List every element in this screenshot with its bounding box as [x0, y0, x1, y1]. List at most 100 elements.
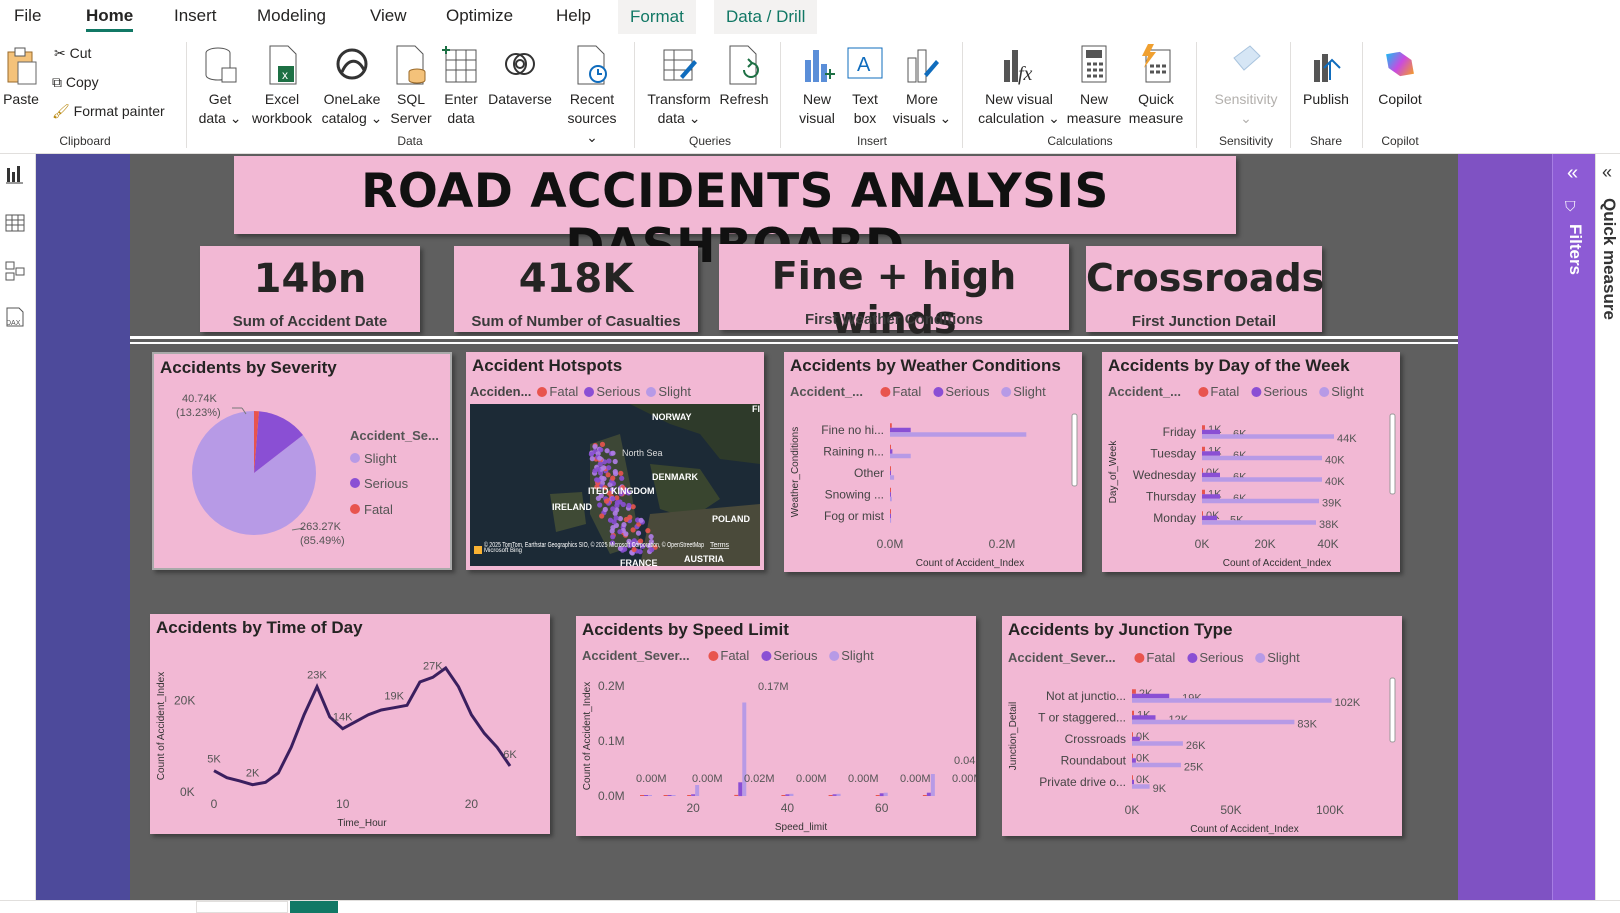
scrollbar[interactable]: [1389, 413, 1396, 495]
sql-server-button[interactable]: SQL Server: [389, 44, 433, 128]
bar-serious[interactable]: [1202, 515, 1217, 521]
bar-serious[interactable]: [1132, 715, 1156, 720]
sensitivity-button[interactable]: Sensitivity ⌄: [1206, 44, 1286, 128]
bar-slight[interactable]: [1202, 434, 1334, 439]
tab-home[interactable]: Home: [86, 6, 134, 32]
new-visual-calculation-button[interactable]: fx New visual calculation ⌄: [972, 44, 1066, 128]
bar-serious[interactable]: [1202, 494, 1220, 499]
add-page-button[interactable]: [290, 901, 338, 913]
bar-serious[interactable]: [890, 470, 891, 476]
bar-fatal[interactable]: [1202, 489, 1205, 495]
transform-data-button[interactable]: Transform data ⌄: [644, 44, 714, 128]
column-serious[interactable]: [926, 792, 931, 796]
column-serious[interactable]: [879, 793, 884, 797]
bar-slight[interactable]: [1132, 762, 1181, 768]
bar-slight[interactable]: [1202, 477, 1322, 482]
bar-fatal[interactable]: [1202, 425, 1205, 430]
get-data-button[interactable]: Get data ⌄: [196, 44, 244, 128]
visual-accident-hotspots[interactable]: Accident Hotspots Acciden... Fatal Serious…: [466, 352, 764, 570]
scrollbar[interactable]: [1389, 677, 1396, 743]
bar-fatal[interactable]: [890, 444, 891, 450]
bar-slight[interactable]: [890, 475, 895, 480]
new-visual-button[interactable]: New visual: [790, 44, 844, 128]
bar-serious[interactable]: [1132, 758, 1136, 763]
bar-serious[interactable]: [890, 427, 911, 433]
copilot-button[interactable]: Copilot: [1370, 44, 1430, 109]
bar-fatal[interactable]: [1132, 753, 1133, 759]
publish-button[interactable]: Publish: [1298, 44, 1354, 109]
format-painter-button[interactable]: 🖌 Format painter: [52, 103, 165, 120]
refresh-button[interactable]: Refresh: [716, 44, 772, 109]
quick-measure-pane-collapsed[interactable]: « Quick measure: [1595, 154, 1620, 900]
kpi-card-casualties[interactable]: 418K Sum of Number of Casualties: [454, 246, 698, 332]
bar-fatal[interactable]: [890, 423, 892, 428]
column-serious[interactable]: [691, 794, 696, 796]
recent-sources-button[interactable]: Recent sources ⌄: [564, 44, 620, 147]
column-fatal[interactable]: [734, 794, 739, 796]
visual-accidents-by-day[interactable]: Accidents by Day of the Week Accident_..…: [1102, 352, 1400, 572]
bar-slight[interactable]: [1132, 784, 1150, 789]
expand-chevron-icon[interactable]: «: [1567, 162, 1578, 185]
visual-accidents-by-weather[interactable]: Accidents by Weather Conditions Accident…: [784, 352, 1082, 572]
bar-serious[interactable]: [1202, 451, 1220, 456]
bar-slight[interactable]: [1202, 455, 1322, 461]
column-serious[interactable]: [785, 794, 790, 796]
tab-optimize[interactable]: Optimize: [446, 6, 513, 26]
column-serious[interactable]: [832, 794, 837, 796]
copy-button[interactable]: ⧉ Copy: [52, 74, 99, 91]
bar-fatal[interactable]: [1202, 446, 1205, 452]
column-slight[interactable]: [930, 774, 935, 796]
column-slight[interactable]: [789, 793, 794, 796]
tab-data-drill[interactable]: Data / Drill: [714, 0, 818, 34]
bar-serious[interactable]: [890, 492, 891, 497]
tab-file[interactable]: File: [14, 6, 41, 26]
bar-serious[interactable]: [890, 513, 891, 519]
quick-measure-button[interactable]: Quick measure: [1124, 44, 1188, 128]
scrollbar[interactable]: [1071, 413, 1078, 487]
page-tab[interactable]: [196, 901, 288, 913]
column-fatal[interactable]: [922, 795, 927, 796]
bar-fatal[interactable]: [1132, 732, 1133, 737]
bar-slight[interactable]: [1132, 719, 1295, 725]
column-fatal[interactable]: [640, 795, 644, 796]
tab-view[interactable]: View: [370, 6, 407, 26]
column-serious[interactable]: [644, 795, 648, 796]
bar-slight[interactable]: [890, 453, 911, 459]
bar-slight[interactable]: [890, 432, 1027, 437]
bar-slight[interactable]: [1202, 498, 1319, 504]
dax-query-view-icon[interactable]: DAX: [4, 306, 28, 330]
dataverse-button[interactable]: Dataverse: [484, 44, 556, 109]
report-view-icon[interactable]: [4, 164, 28, 188]
bar-slight[interactable]: [1132, 698, 1332, 703]
bar-fatal[interactable]: [1132, 689, 1136, 694]
bar-fatal[interactable]: [1132, 775, 1133, 780]
text-box-button[interactable]: A Text box: [845, 44, 885, 128]
excel-workbook-button[interactable]: x Excel workbook: [248, 44, 316, 128]
bar-fatal[interactable]: [1202, 511, 1203, 516]
bar-serious[interactable]: [890, 449, 893, 454]
column-serious[interactable]: [738, 782, 743, 797]
bar-serious[interactable]: [1202, 429, 1220, 435]
column-fatal[interactable]: [687, 795, 692, 796]
cut-button[interactable]: ✂ Cut: [54, 45, 91, 62]
model-view-icon[interactable]: [4, 260, 28, 284]
map-terms-link[interactable]: Terms: [710, 542, 730, 549]
column-slight[interactable]: [671, 795, 676, 796]
onelake-catalog-button[interactable]: OneLake catalog ⌄: [320, 44, 384, 128]
new-measure-button[interactable]: New measure: [1066, 44, 1122, 128]
bar-fatal[interactable]: [890, 509, 891, 514]
visual-accidents-by-junction[interactable]: Accidents by Junction Type Accident_Seve…: [1002, 616, 1402, 836]
expand-chevron-icon[interactable]: «: [1602, 162, 1612, 183]
bar-slight[interactable]: [1132, 741, 1183, 746]
map-canvas[interactable]: NORWAY North Sea DENMARK ITED KINGDOM IR…: [470, 404, 760, 566]
column-fatal[interactable]: [663, 795, 668, 796]
tab-insert[interactable]: Insert: [174, 6, 217, 26]
bar-serious[interactable]: [1132, 779, 1134, 785]
bar-fatal[interactable]: [1132, 710, 1134, 716]
bar-fatal[interactable]: [890, 487, 891, 493]
bar-slight[interactable]: [1202, 520, 1316, 525]
bar-serious[interactable]: [1132, 693, 1170, 699]
bar-fatal[interactable]: [1202, 468, 1203, 473]
column-slight[interactable]: [883, 792, 888, 796]
column-slight[interactable]: [836, 793, 841, 796]
